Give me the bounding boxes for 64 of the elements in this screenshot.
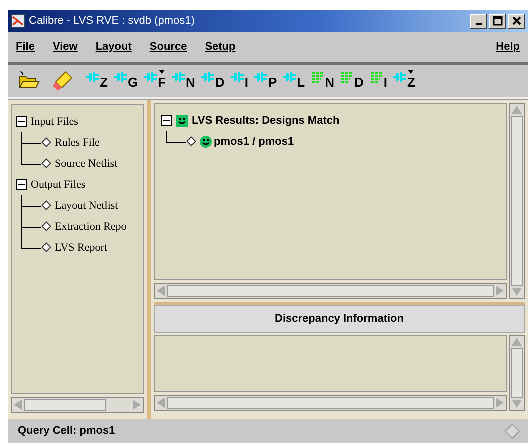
menu-item[interactable]: Source [150, 41, 188, 53]
tree-item[interactable]: LVS Report [55, 242, 108, 254]
net-probe-button[interactable]: P [254, 68, 278, 94]
grid-icon [311, 71, 326, 83]
grid-probe-button[interactable]: I [370, 68, 388, 94]
horizontal-scrollbar[interactable] [154, 395, 507, 411]
panel-title: Discrepancy Information [275, 313, 404, 325]
vertical-scrollbar[interactable] [509, 335, 525, 411]
net-probe-button[interactable]: L [283, 68, 306, 94]
tree-connector [21, 195, 41, 216]
tree-connector [21, 132, 41, 153]
net-icon [254, 71, 268, 83]
close-icon [512, 16, 522, 26]
net-icon [230, 71, 245, 83]
tree-connector [21, 216, 41, 237]
grid-probe-button[interactable]: N [311, 68, 334, 94]
net-probe-button[interactable]: Z [86, 68, 108, 94]
menu-item[interactable]: Help [496, 41, 520, 53]
net-probe-button[interactable]: Z [393, 68, 416, 94]
tree-item[interactable]: pmos1 / pmos1 [214, 136, 294, 148]
net-icon [86, 71, 100, 83]
app-icon [11, 14, 25, 28]
net-probe-button[interactable]: D [201, 68, 225, 94]
maximize-icon [492, 16, 502, 26]
collapse-toggle[interactable] [161, 115, 172, 126]
minimize-button[interactable] [470, 14, 487, 28]
net-icon [114, 71, 128, 83]
net-icon [201, 71, 216, 83]
vertical-scrollbar[interactable] [509, 103, 525, 299]
tree-folder[interactable]: LVS Results: Designs Match [192, 114, 340, 126]
net-icon [144, 71, 158, 83]
smiley-icon [176, 114, 188, 126]
net-icon [393, 71, 408, 83]
net-probe-button[interactable]: N [172, 68, 196, 94]
grid-icon [370, 71, 384, 83]
tree-folder[interactable]: Input Files [31, 116, 78, 128]
horizontal-scrollbar[interactable] [11, 397, 144, 413]
net-icon [283, 71, 298, 83]
maximize-button[interactable] [489, 14, 506, 28]
collapse-toggle[interactable] [16, 116, 27, 127]
horizontal-scrollbar[interactable] [154, 283, 507, 299]
menu-item[interactable]: File [16, 41, 35, 53]
menu-item[interactable]: View [52, 41, 78, 53]
window-title: Calibre - LVS RVE : svdb (pmos1) [29, 15, 195, 27]
grid-probe-button[interactable]: D [340, 68, 364, 94]
highlighter-icon[interactable] [52, 70, 74, 92]
tree-folder[interactable]: Output Files [31, 178, 86, 190]
grid-icon [340, 71, 354, 83]
collapse-toggle[interactable] [16, 179, 27, 190]
status-text: Query Cell: pmos1 [18, 425, 116, 437]
tree-item[interactable]: Layout Netlist [55, 200, 118, 212]
close-button[interactable] [508, 14, 525, 28]
tree-item[interactable]: Source Netlist [55, 158, 118, 170]
net-probe-button[interactable]: F [144, 68, 166, 94]
menu-item[interactable]: Setup [205, 41, 236, 53]
minimize-icon [476, 23, 482, 25]
net-icon [172, 71, 186, 83]
folder-icon[interactable] [18, 71, 40, 91]
tree-item[interactable]: Extraction Repo [55, 220, 127, 232]
net-probe-button[interactable]: I [230, 68, 248, 94]
tree-item[interactable]: Rules File [55, 136, 100, 148]
net-probe-button[interactable]: G [114, 68, 138, 94]
smiley-icon [200, 136, 212, 148]
menu-item[interactable]: Layout [96, 41, 132, 53]
